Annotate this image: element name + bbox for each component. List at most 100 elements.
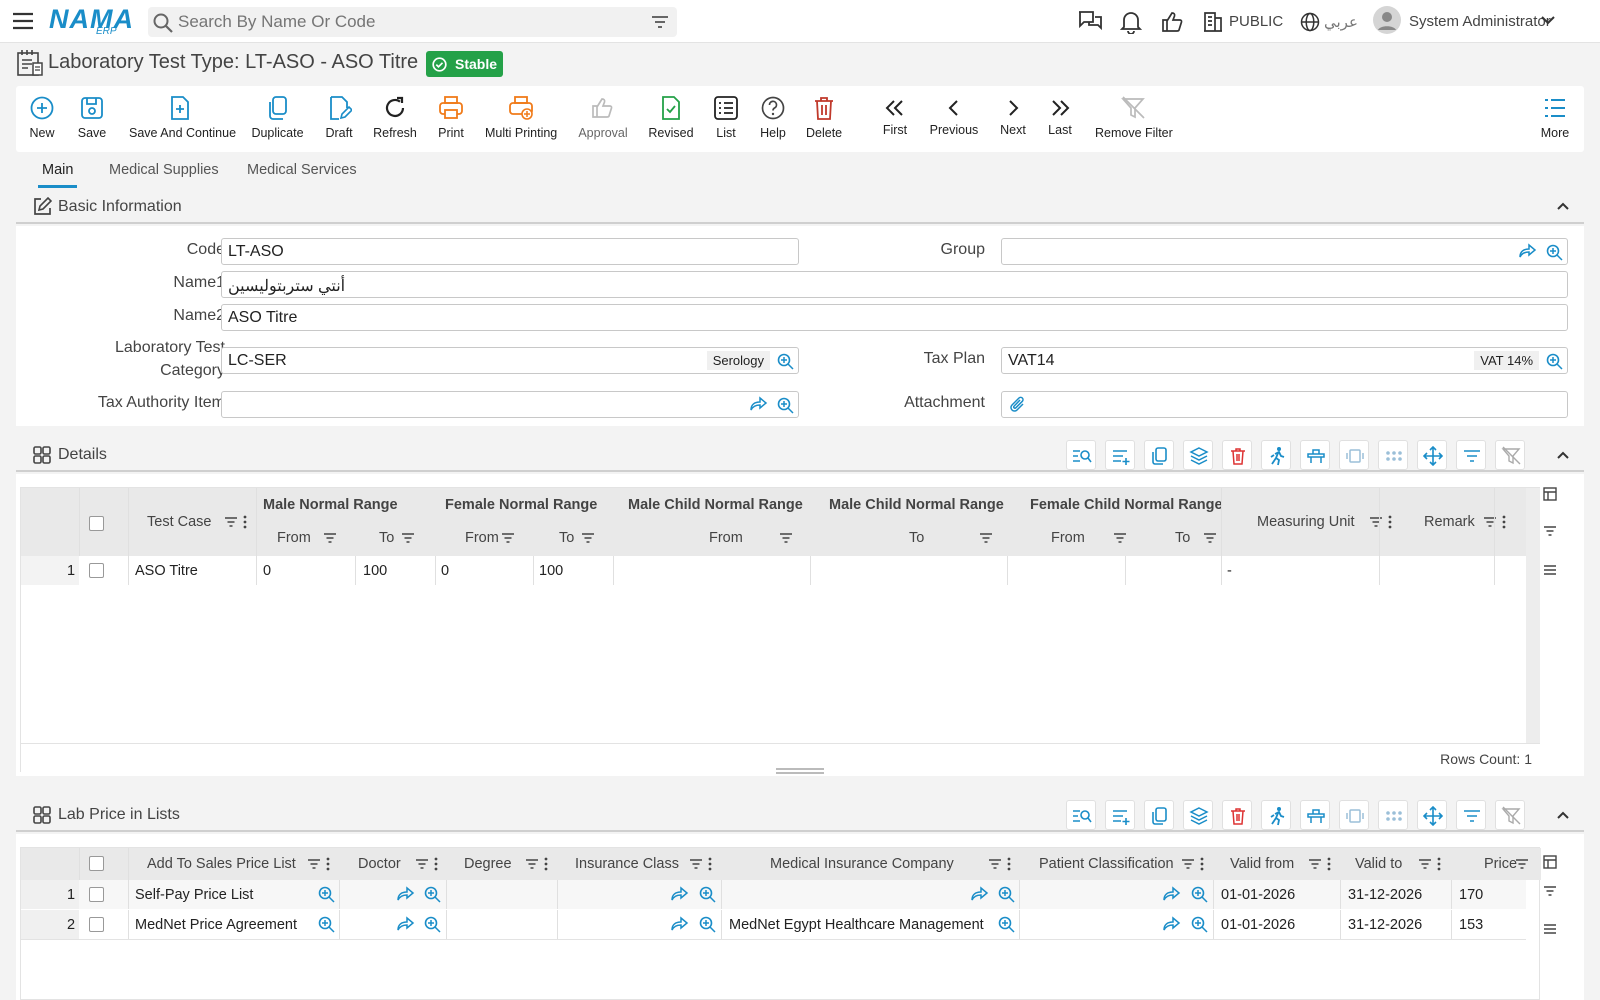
cell-price[interactable]: 170 (1459, 887, 1483, 903)
filter-icon[interactable] (307, 858, 321, 870)
open-link-icon[interactable] (1163, 886, 1181, 902)
grid-search-tool[interactable] (1066, 800, 1096, 830)
user-name[interactable]: System Administrator (1409, 13, 1551, 30)
filter-icon[interactable] (581, 532, 595, 544)
filter-icon[interactable] (323, 532, 337, 544)
new-button[interactable]: New (27, 86, 57, 152)
filter-icon[interactable] (224, 516, 238, 528)
name2-field[interactable]: ASO Titre (221, 304, 1568, 331)
kebab-icon[interactable] (326, 857, 330, 871)
open-link-icon[interactable] (971, 886, 989, 902)
grid-dots-tool[interactable] (1378, 440, 1408, 470)
group-field[interactable] (1001, 238, 1568, 265)
list-button[interactable]: List (712, 86, 740, 152)
draft-button[interactable]: Draft (323, 86, 355, 152)
grid-layers-tool[interactable] (1183, 440, 1213, 470)
app-logo[interactable]: NAMA ERP (49, 5, 133, 37)
col-insurance-company[interactable]: Medical Insurance Company (770, 856, 954, 872)
table-row[interactable]: 1 ASO Titre 0 100 0 100 - (21, 556, 1526, 585)
cell-measuring-unit[interactable]: - (1227, 563, 1232, 579)
cell-female-from[interactable]: 0 (441, 563, 449, 579)
filter-icon[interactable] (1203, 532, 1217, 544)
filter-icon[interactable] (1515, 858, 1529, 870)
save-and-continue-button[interactable]: Save And Continue (129, 86, 236, 152)
more-button[interactable]: More (1540, 86, 1570, 152)
row-checkbox[interactable] (89, 887, 104, 902)
table-settings-icon[interactable] (1543, 855, 1557, 869)
filter-icon[interactable] (1543, 525, 1557, 537)
open-link-icon[interactable] (750, 396, 768, 412)
approval-button[interactable]: Approval (577, 86, 629, 152)
search-lookup-icon[interactable] (423, 885, 441, 903)
col-female-from[interactable]: From (465, 530, 499, 546)
col-patient-classification[interactable]: Patient Classification (1039, 856, 1174, 872)
grid-dots-tool[interactable] (1378, 800, 1408, 830)
filter-icon[interactable] (501, 532, 515, 544)
grid-filter-tool[interactable] (1456, 440, 1486, 470)
attachment-field[interactable] (1001, 391, 1568, 418)
col-degree[interactable]: Degree (464, 856, 512, 872)
open-link-icon[interactable] (671, 886, 689, 902)
avatar[interactable] (1373, 6, 1401, 34)
kebab-icon[interactable] (1327, 857, 1331, 871)
search-lookup-icon[interactable] (698, 915, 716, 933)
filter-icon[interactable] (1543, 885, 1557, 897)
notifications-icon[interactable] (1120, 10, 1142, 34)
cell-insurance-company[interactable]: MedNet Egypt Healthcare Management (729, 917, 984, 933)
language-switch[interactable]: عربي (1324, 13, 1358, 31)
grid-filter-off-tool[interactable] (1495, 440, 1525, 470)
filter-icon[interactable] (401, 532, 415, 544)
filter-icon[interactable] (779, 532, 793, 544)
tab-main[interactable]: Main (42, 162, 73, 178)
next-button[interactable]: Next (999, 86, 1027, 152)
grid-layers-tool[interactable] (1183, 800, 1213, 830)
search-lookup-icon[interactable] (776, 396, 794, 414)
chevron-down-icon[interactable] (1541, 15, 1555, 25)
tax-authority-field[interactable] (221, 391, 799, 418)
cell-price-list[interactable]: Self-Pay Price List (135, 887, 253, 903)
delete-button[interactable]: Delete (806, 86, 842, 152)
grid-columns-tool[interactable] (1300, 440, 1330, 470)
grid-copy-tool[interactable] (1144, 800, 1174, 830)
search-lookup-icon[interactable] (1545, 243, 1563, 261)
cell-test-case[interactable]: ASO Titre (135, 563, 198, 579)
paperclip-icon[interactable] (1008, 396, 1026, 414)
chevron-up-icon[interactable] (1556, 199, 1570, 213)
grid-delete-tool[interactable] (1222, 440, 1252, 470)
search-lookup-icon[interactable] (423, 915, 441, 933)
public-label[interactable]: PUBLIC (1229, 13, 1283, 30)
menu-lines-icon[interactable] (1543, 564, 1557, 576)
filter-icon[interactable] (651, 14, 669, 30)
grid-copy-tool[interactable] (1144, 440, 1174, 470)
chat-icon[interactable] (1077, 10, 1103, 34)
cell-female-to[interactable]: 100 (539, 563, 563, 579)
remove-filter-button[interactable]: Remove Filter (1095, 86, 1173, 152)
grid-fit-tool[interactable] (1339, 440, 1369, 470)
code-field[interactable]: LT-ASO (221, 238, 799, 265)
col-remark[interactable]: Remark (1424, 514, 1475, 530)
open-link-icon[interactable] (671, 916, 689, 932)
multi-printing-button[interactable]: Multi Printing (485, 86, 557, 152)
search-lookup-icon[interactable] (997, 885, 1015, 903)
open-link-icon[interactable] (1519, 243, 1537, 259)
save-button[interactable]: Save (75, 86, 109, 152)
filter-icon[interactable] (415, 858, 429, 870)
tab-medical-services[interactable]: Medical Services (247, 162, 357, 178)
cell-valid-from[interactable]: 01-01-2026 (1221, 917, 1295, 933)
col-male-child-from[interactable]: From (709, 530, 743, 546)
filter-icon[interactable] (1113, 532, 1127, 544)
col-price[interactable]: Price (1484, 856, 1517, 872)
col-test-case[interactable]: Test Case (147, 514, 211, 530)
first-button[interactable]: First (881, 86, 909, 152)
kebab-icon[interactable] (1502, 515, 1506, 529)
grid-delete-tool[interactable] (1222, 800, 1252, 830)
print-button[interactable]: Print (436, 86, 466, 152)
prices-header[interactable]: Lab Price in Lists (16, 798, 1584, 832)
grid-fit-tool[interactable] (1339, 800, 1369, 830)
col-valid-to[interactable]: Valid to (1355, 856, 1402, 872)
vertical-scrollbar[interactable] (1526, 488, 1540, 743)
revised-button[interactable]: Revised (648, 86, 694, 152)
col-female-child-from[interactable]: From (1051, 530, 1085, 546)
search-lookup-icon[interactable] (1190, 915, 1208, 933)
kebab-icon[interactable] (1388, 515, 1392, 529)
